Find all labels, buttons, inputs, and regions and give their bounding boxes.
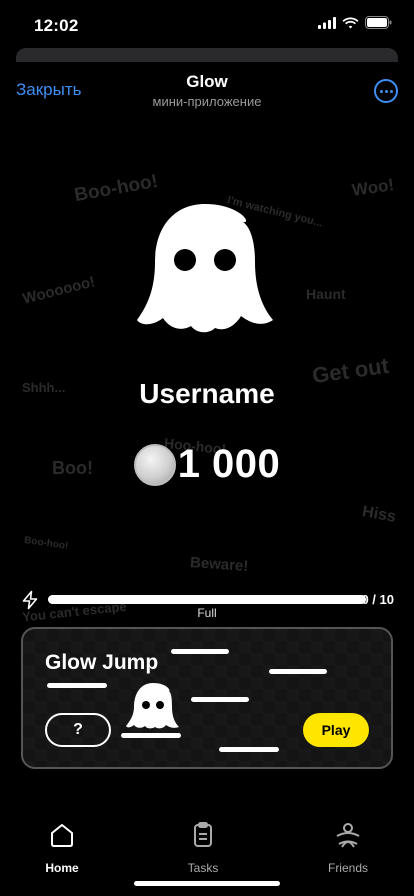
- bg-word: Woooooo!: [21, 273, 97, 308]
- home-icon: [51, 824, 73, 847]
- ghost-icon: [137, 204, 273, 333]
- home-indicator: [134, 881, 280, 886]
- bg-word: Haunt: [306, 286, 346, 302]
- more-options-button[interactable]: [374, 79, 398, 103]
- ghost-icon: [126, 683, 179, 729]
- signal-icon: [318, 16, 336, 29]
- help-button[interactable]: ?: [45, 713, 111, 747]
- header: Закрыть Glow мини-приложение: [0, 62, 414, 120]
- sheet-edge: [16, 48, 398, 62]
- energy-track: [48, 595, 366, 604]
- platform: [219, 747, 279, 752]
- status-icons: [318, 16, 392, 29]
- energy-count: 10 / 10: [354, 592, 394, 607]
- nav-item-friends[interactable]: Friends: [308, 820, 388, 875]
- energy-status: Full: [197, 606, 217, 620]
- platform: [269, 669, 327, 674]
- game-card[interactable]: Glow Jump ? Play: [21, 627, 393, 769]
- platform: [191, 697, 249, 702]
- bottom-nav: Home Tasks Friends: [0, 820, 414, 880]
- bg-word: Beware!: [189, 553, 249, 576]
- platform: [171, 649, 229, 654]
- bg-word: Woo!: [350, 175, 396, 200]
- nav-item-tasks[interactable]: Tasks: [163, 820, 243, 875]
- bg-word: Hiss: [360, 503, 398, 526]
- balance-value: 1 000: [177, 442, 281, 486]
- nav-item-home[interactable]: Home: [22, 820, 102, 875]
- status-time: 12:02: [34, 16, 79, 35]
- platform: [47, 683, 107, 688]
- bg-word: Boo-hoo!: [23, 534, 69, 553]
- status-bar: 12:02: [0, 0, 414, 46]
- balance: 1 000: [0, 442, 414, 487]
- energy-fill: [48, 595, 366, 604]
- wifi-icon: [342, 17, 359, 28]
- username: Username: [139, 378, 275, 409]
- coin-icon: [133, 443, 176, 486]
- play-button[interactable]: Play: [303, 713, 369, 747]
- more-dot-icon: [379, 89, 383, 93]
- friends-icon: [336, 823, 360, 848]
- title-block: Glow мини-приложение: [0, 72, 414, 109]
- battery-icon: [365, 16, 392, 29]
- app-title: Glow: [186, 72, 228, 91]
- more-dot-icon: [389, 89, 393, 93]
- nav-label: Home: [45, 861, 79, 875]
- nav-label: Friends: [327, 861, 368, 875]
- game-title: Glow Jump: [45, 651, 159, 674]
- app-subtitle: мини-приложение: [152, 94, 262, 109]
- nav-label: Tasks: [187, 861, 219, 875]
- clipboard-icon: [194, 822, 212, 847]
- more-dot-icon: [384, 89, 388, 93]
- platform: [121, 733, 181, 738]
